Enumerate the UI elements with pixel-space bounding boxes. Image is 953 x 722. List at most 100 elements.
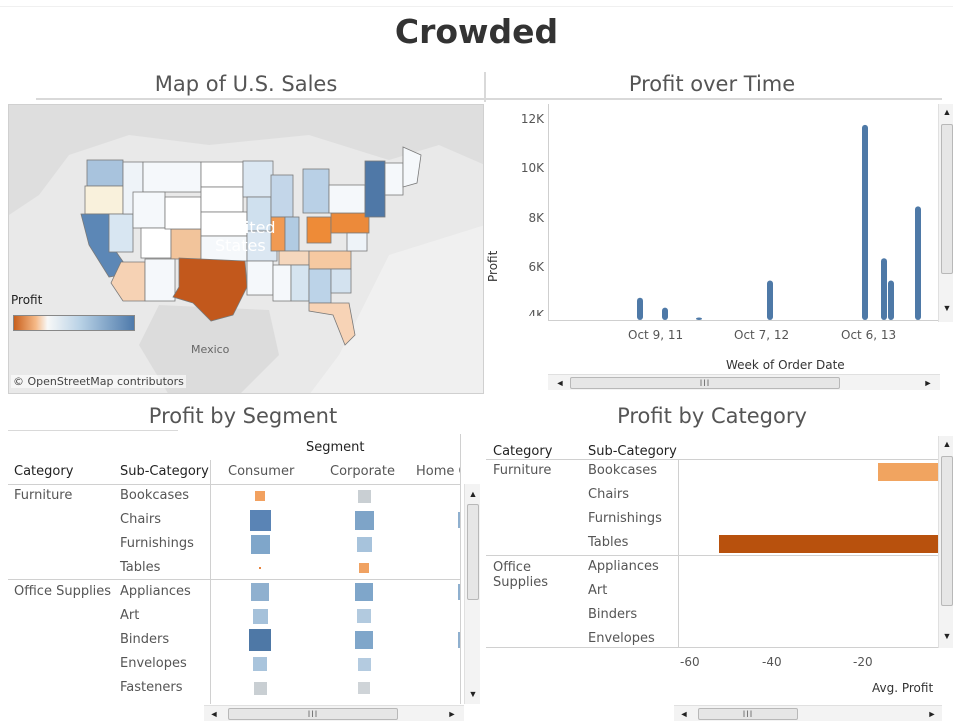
segment-horizontal-scrollbar[interactable]: ◄ III ► <box>204 705 464 721</box>
home-office-mark[interactable] <box>458 584 460 600</box>
profit-color-legend[interactable] <box>13 315 135 331</box>
corporate-mark[interactable] <box>355 583 373 601</box>
home-office-mark[interactable] <box>458 512 460 528</box>
home-office-mark[interactable] <box>458 536 460 552</box>
scroll-thumb[interactable] <box>941 124 953 274</box>
home-office-mark[interactable] <box>458 560 460 576</box>
home-office-mark[interactable] <box>458 680 460 696</box>
x-tick-oct6-13: Oct 6, 13 <box>841 328 897 342</box>
segment-pane-title: Profit by Segment <box>148 404 338 428</box>
profit-spike[interactable] <box>881 258 887 320</box>
consumer-mark[interactable] <box>253 681 267 695</box>
corporate-mark[interactable] <box>358 682 370 694</box>
time-plot-area <box>637 124 921 320</box>
scroll-thumb[interactable] <box>941 456 953 606</box>
corporate-mark[interactable] <box>359 563 369 573</box>
corporate-mark[interactable] <box>354 510 374 530</box>
category-table-body: Bookcases Chairs Furnishings Tables Applianc… <box>486 460 938 650</box>
cat-row-sub-category: Bookcases <box>588 463 658 478</box>
profit-spike[interactable] <box>862 124 868 320</box>
home-office-mark[interactable] <box>458 608 460 624</box>
map-country-label-2: States <box>215 236 266 255</box>
category-header: Category <box>14 464 74 479</box>
segment-vertical-scrollbar[interactable]: ▲ ▼ <box>464 484 480 704</box>
home-office-mark[interactable] <box>458 656 460 672</box>
category-horizontal-scrollbar[interactable]: ◄ III ► <box>674 705 942 721</box>
scroll-thumb[interactable]: III <box>570 377 840 389</box>
scroll-left-arrow[interactable]: ◄ <box>206 706 222 722</box>
profit-spike[interactable] <box>696 317 702 320</box>
avg-profit-bar[interactable] <box>718 535 938 553</box>
scroll-up-arrow[interactable]: ▲ <box>465 486 481 502</box>
cat-row-sub-category: Furnishings <box>588 511 662 526</box>
consumer-mark[interactable] <box>259 567 261 569</box>
home-office-mark[interactable] <box>458 488 460 504</box>
consumer-mark[interactable] <box>250 534 270 554</box>
dashboard-title: Crowded <box>394 12 559 51</box>
row-sub-category: Chairs <box>120 512 162 527</box>
map-canvas: United States <box>9 105 483 393</box>
segment-right-border <box>460 434 461 704</box>
y-tick-10k: 10K <box>520 161 544 175</box>
scroll-left-arrow[interactable]: ◄ <box>676 706 692 722</box>
consumer-mark[interactable] <box>253 657 267 671</box>
scroll-thumb[interactable]: III <box>228 708 398 720</box>
scroll-thumb[interactable] <box>467 504 479 600</box>
time-horizontal-scrollbar[interactable]: ◄ III ► <box>548 374 940 390</box>
profit-spike[interactable] <box>767 280 773 320</box>
top-divider <box>0 6 953 7</box>
consumer-mark[interactable] <box>255 491 265 501</box>
corporate-mark[interactable] <box>355 631 373 649</box>
row-sub-category: Furnishings <box>120 536 194 551</box>
title-divider <box>484 72 486 102</box>
category-vertical-scrollbar[interactable]: ▲ ▼ <box>938 436 953 648</box>
cat-row-sub-category: Art <box>588 583 608 598</box>
scroll-down-arrow[interactable]: ▼ <box>465 686 481 702</box>
row-sub-category: Binders <box>120 632 170 647</box>
map-title-rule <box>36 98 486 100</box>
profit-spike[interactable] <box>637 297 643 320</box>
profit-spike[interactable] <box>915 206 921 320</box>
consumer-mark[interactable] <box>249 629 271 651</box>
time-vertical-scrollbar[interactable]: ▲ ▼ <box>938 104 953 322</box>
us-sales-map[interactable]: United States Mexico Profit © OpenStreet… <box>8 104 484 394</box>
home-office-mark[interactable] <box>458 632 460 648</box>
y-axis-title: Profit <box>486 250 500 282</box>
consumer-mark[interactable] <box>251 583 269 601</box>
category-pane-title: Profit by Category <box>617 404 807 428</box>
col-consumer: Consumer <box>228 464 295 479</box>
consumer-mark[interactable] <box>252 608 268 624</box>
scroll-thumb[interactable]: III <box>698 708 798 720</box>
time-title-rule <box>486 98 942 100</box>
row-sub-category: Tables <box>120 560 161 575</box>
scroll-down-arrow[interactable]: ▼ <box>939 300 953 316</box>
scroll-right-arrow[interactable]: ► <box>920 375 936 391</box>
row-sub-category: Art <box>120 608 140 623</box>
x-axis-line <box>548 320 938 321</box>
corporate-mark[interactable] <box>357 609 371 623</box>
avg-profit-bar[interactable] <box>878 463 938 481</box>
row-category: Furniture <box>14 488 73 503</box>
sub-category-header: Sub-Category <box>120 464 209 479</box>
profit-over-time-chart[interactable]: Profit 12K 10K 8K 6K 4K Oct 9, 11 Oct 7,… <box>486 104 944 394</box>
corporate-mark[interactable] <box>357 657 371 671</box>
profit-spike[interactable] <box>888 280 894 320</box>
corporate-mark[interactable] <box>357 489 371 503</box>
legend-title: Profit <box>11 293 43 307</box>
cat-row-sub-category: Appliances <box>588 559 659 574</box>
profit-spike[interactable] <box>662 307 668 320</box>
x-tick-oct9-11: Oct 9, 11 <box>628 328 684 342</box>
map-country-label-1: United <box>223 218 276 237</box>
scroll-up-arrow[interactable]: ▲ <box>939 436 953 452</box>
consumer-mark[interactable] <box>249 509 271 531</box>
mexico-label: Mexico <box>191 343 230 356</box>
scroll-left-arrow[interactable]: ◄ <box>552 375 568 391</box>
row-sub-category: Bookcases <box>120 488 190 503</box>
scroll-right-arrow[interactable]: ► <box>444 706 460 722</box>
corporate-mark[interactable] <box>356 536 372 552</box>
map-pane-title: Map of U.S. Sales <box>154 72 338 96</box>
cat-category-header: Category <box>493 444 553 459</box>
scroll-up-arrow[interactable]: ▲ <box>939 104 953 120</box>
scroll-right-arrow[interactable]: ► <box>924 706 940 722</box>
scroll-down-arrow[interactable]: ▼ <box>939 628 953 644</box>
